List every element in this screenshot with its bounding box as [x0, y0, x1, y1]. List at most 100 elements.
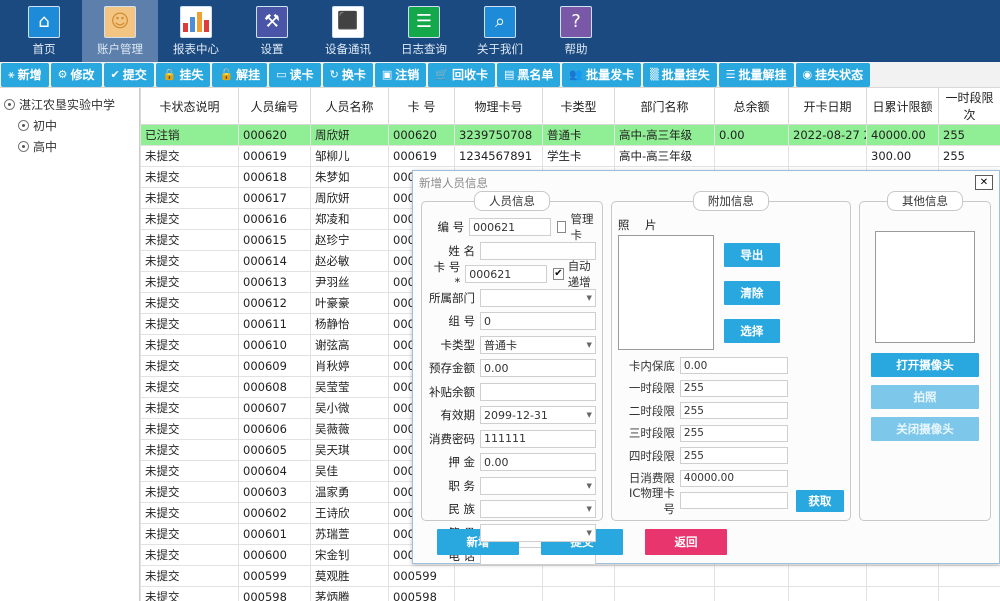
photo-选择-button[interactable]: 选择 [723, 319, 780, 343]
toolbar-batch-lost-button[interactable]: ▒ 批量挂失 [643, 62, 717, 87]
admin-card-checkbox[interactable]: 管理卡 [557, 211, 596, 243]
field-input[interactable]: 0.00 [679, 357, 788, 374]
field-select[interactable]: ▼ [480, 288, 596, 307]
field-input[interactable]: 40000.00 [679, 469, 788, 487]
cell-opened [788, 586, 867, 601]
nav-item-2[interactable]: ☺ 账户管理 [82, 0, 158, 62]
toolbar-batch-issue-button[interactable]: 👥 批量发卡 [562, 62, 642, 87]
column-header-5[interactable]: 物理卡号 [454, 88, 543, 125]
dialog-返回-button[interactable]: 返回 [645, 529, 727, 555]
field-input[interactable]: 000621 [469, 218, 552, 236]
checkbox-icon[interactable] [557, 221, 567, 233]
auto-increment-checkbox[interactable]: ✔ 自动递增 [553, 258, 596, 290]
field-input[interactable]: 255 [679, 447, 788, 464]
field-input[interactable] [480, 382, 596, 401]
table-row[interactable]: 已注销 000620 周欣妍 000620 3239750708 普通卡 高中-高三年级 0.… [140, 124, 1000, 146]
checkbox-label: 管理卡 [570, 212, 594, 242]
photo-清除-button[interactable]: 清除 [723, 281, 780, 305]
nav-item-6[interactable]: ☰ 日志查询 [386, 0, 462, 62]
photo-preview[interactable] [617, 235, 714, 350]
cell-t1 [938, 565, 1000, 587]
toolbar-cancel-card-button[interactable]: ▣ 注销 [374, 62, 427, 87]
table-row[interactable]: 未提交000599莫观胜0005995 [140, 565, 1000, 587]
column-header-11[interactable]: 一时段限次 [938, 88, 1000, 125]
camera-打开摄像头-button[interactable]: 打开摄像头 [870, 353, 979, 377]
nav-item-4[interactable]: ⚒ 设置 [234, 0, 310, 62]
cell-balance: 0.00 [714, 124, 789, 146]
toolbar-lock-button[interactable]: 🔒 挂失 [155, 62, 211, 87]
nav-item-1[interactable]: ⌂ 首页 [6, 0, 82, 62]
field-input[interactable]: 111111 [480, 429, 596, 448]
toolbar-blacklist-button[interactable]: ▤ 黑名单 [496, 62, 561, 87]
get-card-number-button[interactable]: 获取 [795, 489, 844, 512]
cell-name: 朱梦如 [310, 166, 389, 188]
toolbar-lost-status-button[interactable]: ◉ 挂失状态 [795, 62, 871, 87]
tree-expand-icon[interactable] [18, 141, 29, 152]
field-input[interactable] [480, 241, 596, 260]
field-input[interactable]: 000621 [465, 265, 548, 283]
column-header-7[interactable]: 部门名称 [614, 88, 715, 125]
cell-pid: 000617 [238, 187, 311, 209]
field-select[interactable]: 2099-12-31 ▼ [480, 406, 596, 424]
toolbar-read-card-button[interactable]: ▭ 读卡 [269, 62, 321, 87]
field-select[interactable]: ▼ [480, 476, 596, 495]
field-input[interactable]: 0.00 [480, 359, 596, 377]
photo-area: 导出 清除 选择 [617, 235, 844, 350]
field-input[interactable]: 255 [679, 402, 788, 419]
edit-icon: ⚙ [57, 68, 68, 81]
nav-item-7[interactable]: ⌕ 关于我们 [462, 0, 538, 62]
toolbar-batch-unlock-button[interactable]: ☰ 批量解挂 [718, 62, 794, 87]
field-label: 消费密码 [429, 431, 475, 446]
cell-daylimit: 40000.00 [866, 124, 939, 146]
column-header-2[interactable]: 人员编号 [238, 88, 311, 125]
column-header-3[interactable]: 人员名称 [310, 88, 389, 125]
tree-node-junior[interactable]: 初中 [4, 115, 135, 136]
column-header-8[interactable]: 总余额 [714, 88, 789, 125]
cell-name: 尹羽丝 [310, 271, 389, 293]
cell-dept: 高中-高三年级 [614, 124, 715, 146]
field-input[interactable]: 255 [679, 424, 788, 442]
camera-拍照-button[interactable]: 拍照 [870, 385, 979, 409]
photo-导出-button[interactable]: 导出 [723, 243, 780, 267]
field-select[interactable]: ▼ [480, 500, 596, 518]
additional-info-legend: 附加信息 [692, 191, 769, 211]
toolbar-check-button[interactable]: ✔ 提交 [103, 62, 154, 87]
field-select[interactable]: ▼ [480, 523, 596, 542]
cell-pid: 000608 [238, 376, 311, 398]
table-row[interactable]: 未提交 000619 邹柳儿 000619 1234567891 学生卡 高中-高三年级 30… [140, 145, 1000, 167]
nav-item-label: 帮助 [564, 41, 588, 56]
column-header-1[interactable]: 卡状态说明 [140, 88, 239, 125]
cell-daylimit [866, 565, 939, 587]
checkbox-icon[interactable]: ✔ [553, 268, 564, 280]
camera-关闭摄像头-button[interactable]: 关闭摄像头 [870, 417, 979, 441]
tree-node-label: 初中 [33, 119, 58, 133]
toolbar-unlock-button[interactable]: 🔓 解挂 [212, 62, 268, 87]
toolbar-recycle-card-button[interactable]: 🛒 回收卡 [428, 62, 495, 87]
toolbar-edit-button[interactable]: ⚙ 修改 [50, 62, 102, 87]
field-input[interactable] [679, 492, 788, 509]
table-row[interactable]: 未提交000598茅炳腾0005985 [140, 586, 1000, 601]
nav-item-5[interactable]: ⬛ 设备通讯 [310, 0, 386, 62]
column-header-4[interactable]: 卡 号 [388, 88, 455, 125]
cell-name: 杨静怡 [310, 313, 389, 335]
camera-preview[interactable] [874, 231, 975, 343]
column-header-10[interactable]: 日累计限额 [866, 88, 939, 125]
field-select[interactable]: 普通卡 ▼ [480, 335, 596, 354]
home-icon: ⌂ [38, 10, 50, 32]
field-input[interactable]: 255 [679, 379, 788, 397]
column-header-6[interactable]: 卡类型 [542, 88, 615, 125]
cell-status: 未提交 [140, 187, 239, 209]
close-icon[interactable]: ✕ [975, 175, 993, 190]
tree-expand-icon[interactable] [4, 99, 15, 110]
tree-expand-icon[interactable] [18, 120, 29, 131]
tree-node-root[interactable]: 湛江农垦实验中学 [4, 94, 135, 115]
column-header-9[interactable]: 开卡日期 [788, 88, 867, 125]
field-input[interactable]: 0 [480, 312, 596, 330]
field-input[interactable]: 0.00 [480, 453, 596, 471]
nav-item-8[interactable]: ? 帮助 [538, 0, 614, 62]
toolbar-swap-card-button[interactable]: ↻ 换卡 [322, 62, 373, 87]
tree-node-senior[interactable]: 高中 [4, 136, 135, 157]
toolbar-add-person-button[interactable]: ⚹ 新增 [1, 62, 49, 87]
form-row-1: 编 号 000621 管理卡 [428, 212, 596, 242]
nav-item-3[interactable]: 报表中心 [158, 0, 234, 62]
